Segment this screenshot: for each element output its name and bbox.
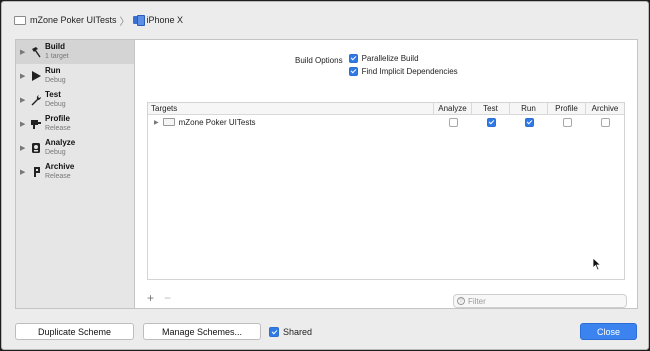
sidebar-item-title: Analyze bbox=[45, 138, 76, 147]
sidebar-item-title: Test bbox=[45, 90, 61, 99]
column-header-test[interactable]: Test bbox=[472, 103, 510, 114]
sidebar-item-subtitle: Release bbox=[45, 125, 71, 132]
scheme-editor-sheet: mZone Poker UITests 〉 iPhone X ▶ Build 1… bbox=[1, 1, 649, 350]
mouse-cursor-icon bbox=[592, 257, 602, 271]
table-footer: + − bbox=[147, 291, 171, 305]
targets-table: Targets Analyze Test Run Profile Archive… bbox=[147, 102, 625, 280]
sidebar-item-subtitle: Debug bbox=[45, 149, 66, 156]
column-header-run[interactable]: Run bbox=[510, 103, 548, 114]
sidebar-item-subtitle: Release bbox=[45, 173, 71, 180]
run-checkbox[interactable] bbox=[524, 117, 534, 127]
disclosure-triangle-icon[interactable]: ▶ bbox=[20, 72, 28, 80]
sidebar-item-title: Build bbox=[45, 42, 65, 51]
instruments-icon bbox=[30, 118, 42, 130]
implicit-dependencies-option[interactable]: Find Implicit Dependencies bbox=[348, 67, 458, 76]
shared-checkbox[interactable] bbox=[269, 327, 279, 337]
sidebar-item-build[interactable]: ▶ Build 1 target bbox=[16, 40, 134, 64]
filter-placeholder: Filter bbox=[468, 296, 486, 306]
shared-option[interactable]: Shared bbox=[269, 327, 312, 337]
implicit-dependencies-checkbox[interactable] bbox=[348, 67, 358, 76]
sidebar-item-analyze[interactable]: ▶ Analyze Debug bbox=[16, 136, 134, 160]
analyze-icon bbox=[30, 142, 42, 154]
analyze-checkbox[interactable] bbox=[448, 117, 458, 127]
sidebar-item-title: Profile bbox=[45, 114, 70, 123]
breadcrumb-scheme[interactable]: mZone Poker UITests bbox=[14, 15, 117, 25]
sidebar-item-test[interactable]: ▶ Test Debug bbox=[16, 88, 134, 112]
disclosure-triangle-icon[interactable]: ▶ bbox=[154, 119, 159, 126]
scheme-action-sidebar: ▶ Build 1 target ▶ Run Debug ▶ Test Debu… bbox=[15, 39, 135, 309]
parallelize-build-checkbox[interactable] bbox=[348, 54, 358, 63]
filter-field[interactable]: ▽ Filter bbox=[453, 294, 627, 308]
hammer-icon bbox=[30, 46, 42, 58]
column-header-profile[interactable]: Profile bbox=[548, 103, 586, 114]
target-folder-icon bbox=[162, 118, 175, 126]
implicit-dependencies-label: Find Implicit Dependencies bbox=[361, 67, 458, 76]
scheme-icon bbox=[14, 15, 26, 25]
scheme-name: mZone Poker UITests bbox=[30, 15, 117, 25]
disclosure-triangle-icon[interactable]: ▶ bbox=[20, 48, 28, 56]
build-options: Build Options Parallelize Build Find Imp… bbox=[295, 54, 458, 76]
profile-checkbox[interactable] bbox=[562, 117, 572, 127]
device-name: iPhone X bbox=[146, 15, 184, 25]
shared-label: Shared bbox=[283, 327, 313, 337]
sidebar-item-profile[interactable]: ▶ Profile Release bbox=[16, 112, 134, 136]
build-options-label: Build Options bbox=[295, 56, 343, 65]
parallelize-build-option[interactable]: Parallelize Build bbox=[348, 54, 458, 63]
target-name: mZone Poker UITests bbox=[178, 117, 256, 127]
sidebar-item-subtitle: Debug bbox=[45, 77, 66, 84]
disclosure-triangle-icon[interactable]: ▶ bbox=[20, 96, 28, 104]
remove-target-button[interactable]: − bbox=[164, 291, 171, 305]
sidebar-item-title: Run bbox=[45, 66, 61, 75]
wrench-icon bbox=[30, 94, 42, 106]
sidebar-item-subtitle: Debug bbox=[45, 101, 66, 108]
table-header: Targets Analyze Test Run Profile Archive bbox=[148, 103, 624, 115]
archive-checkbox[interactable] bbox=[600, 117, 610, 127]
close-button[interactable]: Close bbox=[580, 323, 637, 340]
sidebar-item-title: Archive bbox=[45, 162, 75, 171]
column-header-targets[interactable]: Targets bbox=[148, 103, 434, 114]
duplicate-scheme-button[interactable]: Duplicate Scheme bbox=[15, 323, 134, 340]
sidebar-item-subtitle: 1 target bbox=[45, 53, 69, 60]
add-target-button[interactable]: + bbox=[147, 291, 154, 305]
build-settings-pane: Build Options Parallelize Build Find Imp… bbox=[135, 39, 638, 309]
disclosure-triangle-icon[interactable]: ▶ bbox=[20, 144, 28, 152]
sidebar-item-run[interactable]: ▶ Run Debug bbox=[16, 64, 134, 88]
breadcrumb: mZone Poker UITests 〉 iPhone X bbox=[2, 2, 648, 38]
sidebar-item-archive[interactable]: ▶ Archive Release bbox=[16, 160, 134, 184]
column-header-archive[interactable]: Archive bbox=[586, 103, 624, 114]
disclosure-triangle-icon[interactable]: ▶ bbox=[20, 120, 28, 128]
archive-icon bbox=[30, 166, 42, 178]
breadcrumb-separator: 〉 bbox=[119, 16, 130, 28]
breadcrumb-device[interactable]: iPhone X bbox=[132, 15, 184, 26]
device-icon bbox=[132, 15, 145, 26]
target-cell: ▶ mZone Poker UITests bbox=[148, 115, 434, 129]
manage-schemes-button[interactable]: Manage Schemes... bbox=[143, 323, 261, 340]
filter-icon: ▽ bbox=[457, 297, 465, 305]
disclosure-triangle-icon[interactable]: ▶ bbox=[20, 168, 28, 176]
table-row[interactable]: ▶ mZone Poker UITests bbox=[148, 115, 624, 129]
column-header-analyze[interactable]: Analyze bbox=[434, 103, 472, 114]
test-checkbox[interactable] bbox=[486, 117, 496, 127]
play-icon bbox=[30, 70, 42, 82]
parallelize-build-label: Parallelize Build bbox=[361, 54, 419, 63]
